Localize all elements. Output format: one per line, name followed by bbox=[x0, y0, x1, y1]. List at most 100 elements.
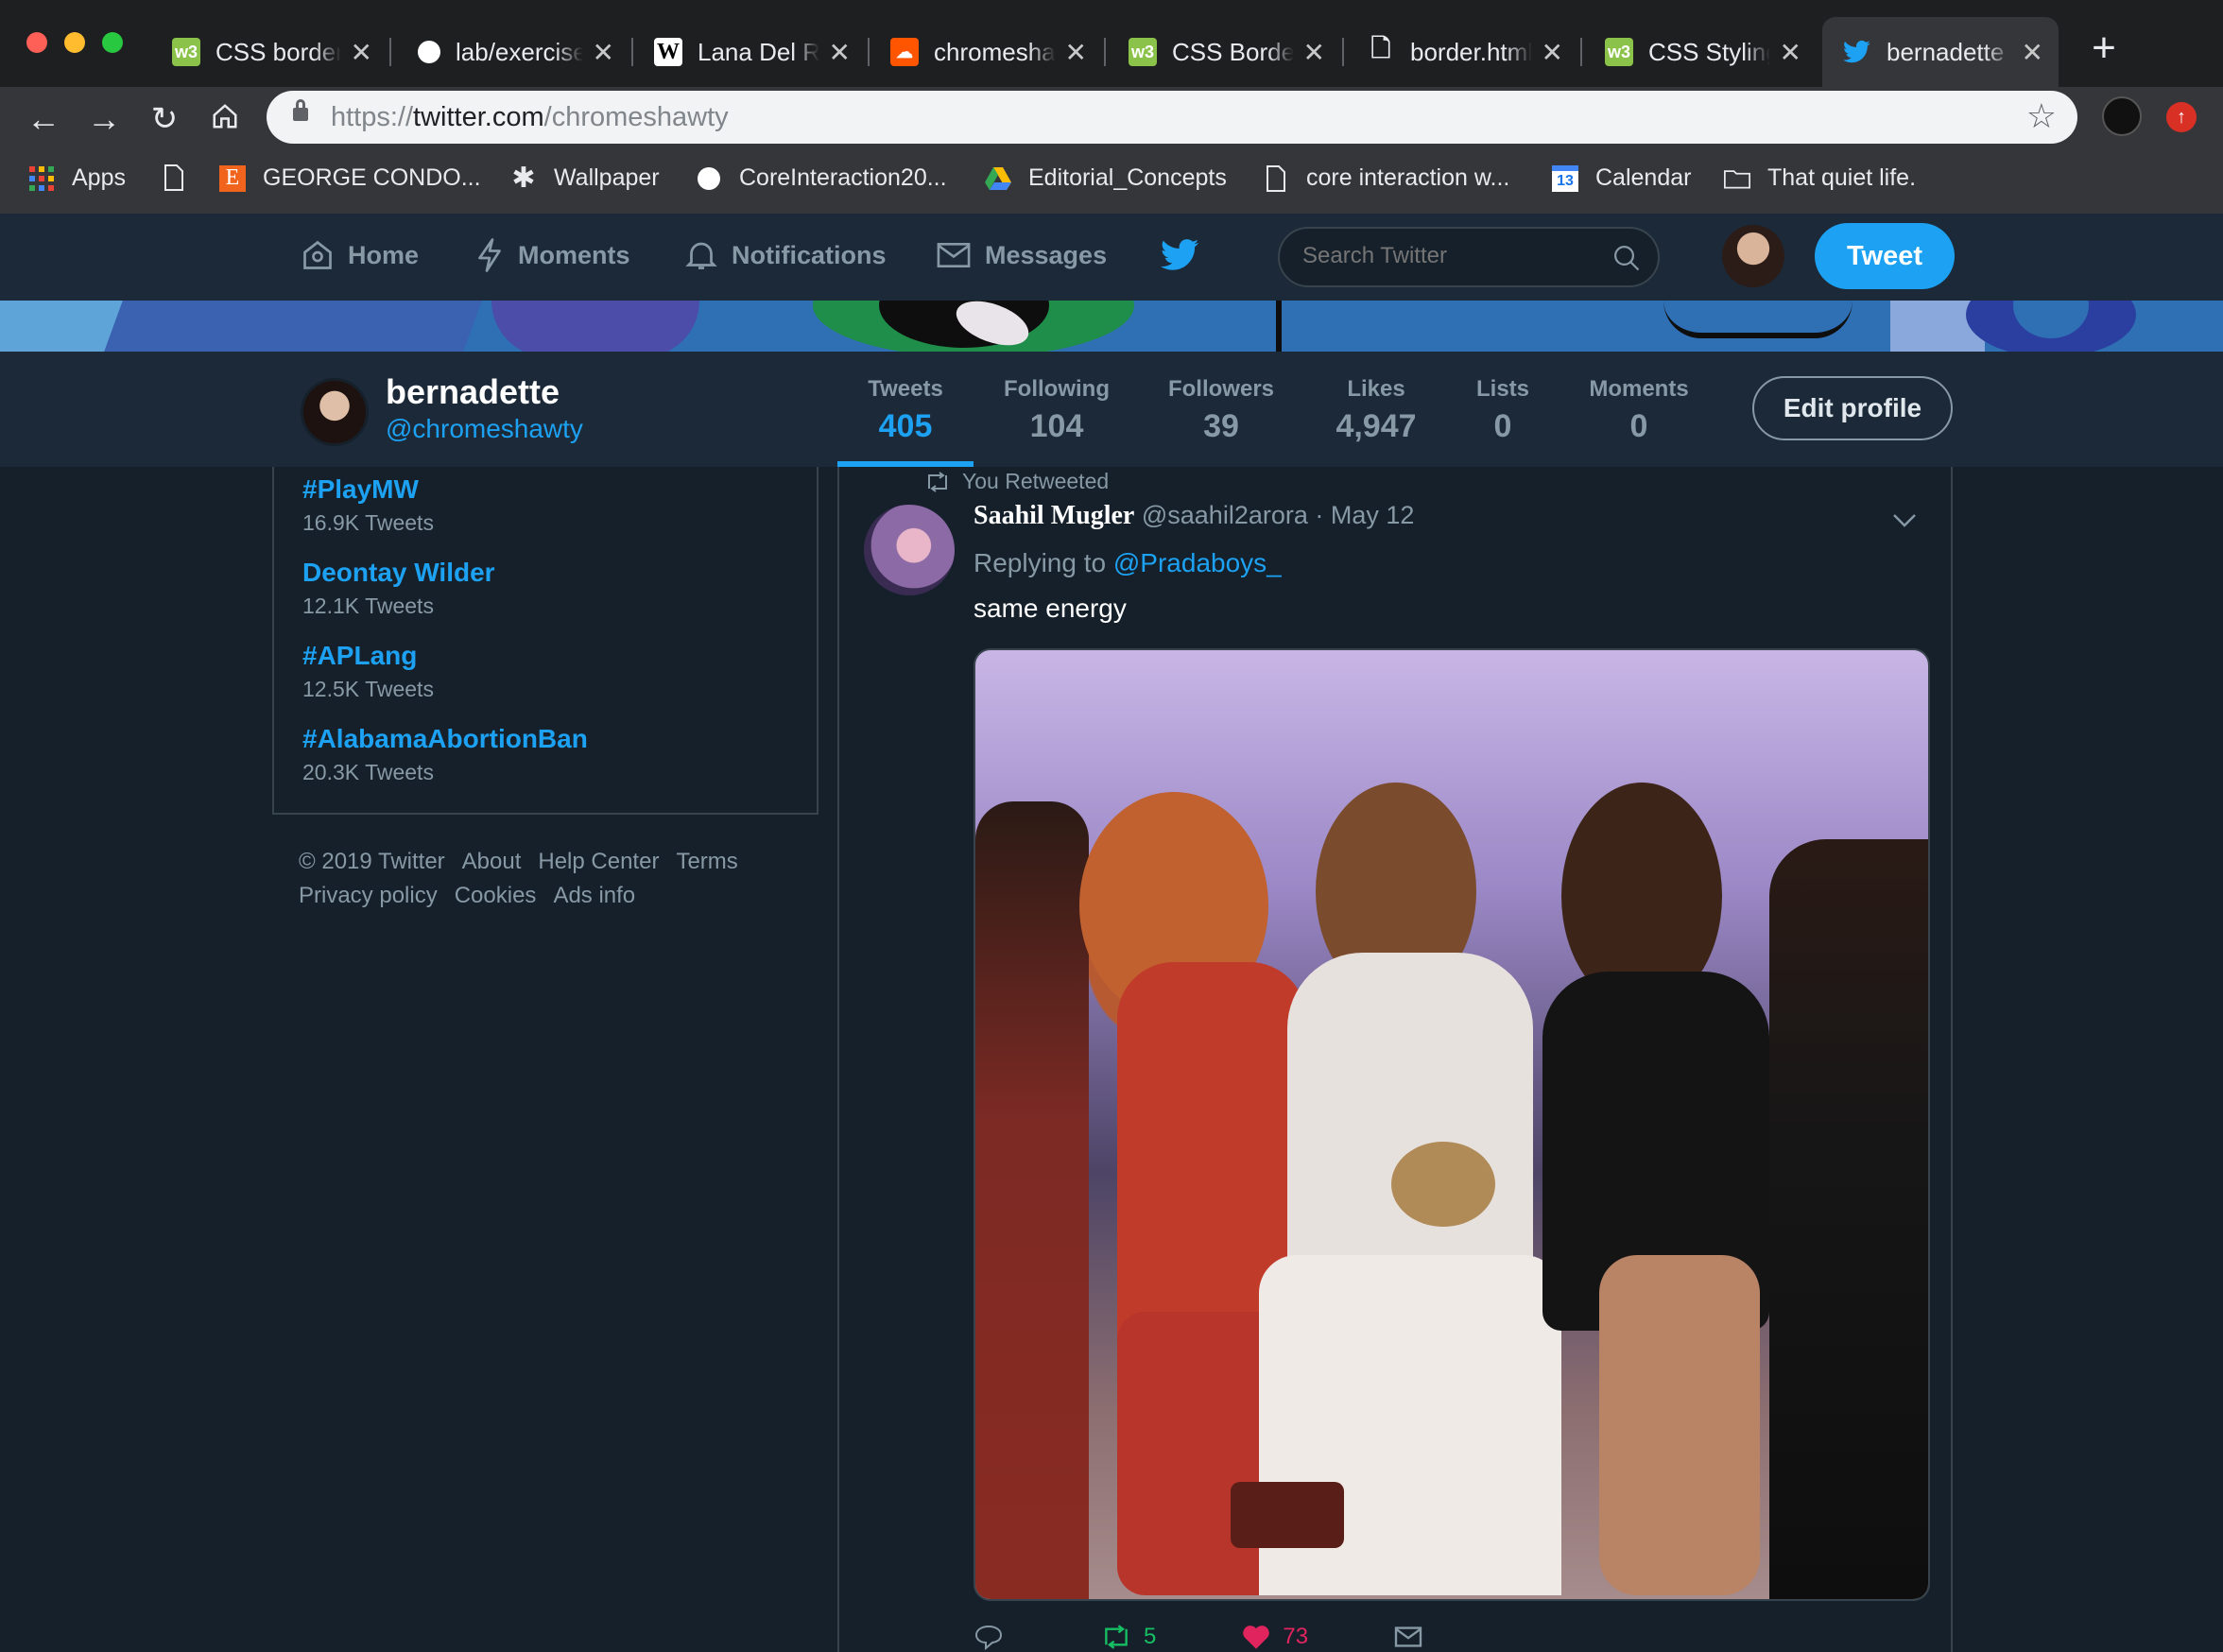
browser-tab[interactable]: W Lana Del Rey ✕ bbox=[633, 17, 866, 87]
trend-item[interactable]: #APLang 12.5K Tweets bbox=[302, 641, 434, 702]
bookmark-calendar[interactable]: 13 Calendar bbox=[1552, 164, 1691, 192]
bookmark-file[interactable] bbox=[161, 164, 204, 191]
stat-value: 104 bbox=[1029, 408, 1084, 444]
edit-profile-button[interactable]: Edit profile bbox=[1752, 376, 1953, 440]
nav-messages-label: Messages bbox=[985, 240, 1108, 269]
lock-icon bbox=[293, 99, 308, 121]
close-tab-icon[interactable]: ✕ bbox=[1542, 37, 1563, 68]
url-text[interactable]: https://twitter.com/chromeshawty bbox=[331, 102, 729, 133]
profile-name[interactable]: bernadette bbox=[386, 372, 560, 412]
stat-label: Lists bbox=[1475, 376, 1529, 402]
reply-button[interactable] bbox=[974, 1624, 1015, 1650]
nav-notifications[interactable]: Notifications bbox=[684, 238, 887, 272]
trend-item[interactable]: Deontay Wilder 12.1K Tweets bbox=[302, 558, 495, 619]
browser-tab[interactable]: lab/exercise ✕ bbox=[397, 17, 629, 87]
retweet-button[interactable]: 5 bbox=[1100, 1624, 1156, 1650]
tweet-author-name[interactable]: Saahil Mugler bbox=[974, 501, 1134, 530]
close-tab-icon[interactable]: ✕ bbox=[1780, 37, 1801, 68]
replying-to-prefix: Replying to bbox=[974, 548, 1107, 577]
update-icon[interactable]: ↑ bbox=[2166, 102, 2197, 132]
replying-to-link[interactable]: @Pradaboys_ bbox=[1113, 548, 1282, 577]
profile-avatar[interactable] bbox=[301, 378, 369, 446]
nav-messages[interactable]: Messages bbox=[936, 238, 1107, 272]
direct-message-button[interactable] bbox=[1393, 1625, 1435, 1649]
home-icon bbox=[303, 240, 332, 269]
footer-ads-info-link[interactable]: Ads info bbox=[553, 883, 635, 908]
browser-tab[interactable]: w3 CSS Border ✕ bbox=[1108, 17, 1340, 87]
footer-copyright: © 2019 Twitter bbox=[299, 849, 445, 874]
retweet-icon bbox=[928, 471, 947, 492]
home-icon[interactable] bbox=[204, 98, 246, 140]
address-bar[interactable]: https://twitter.com/chromeshawty ☆ bbox=[267, 91, 2077, 144]
circle-icon bbox=[418, 41, 440, 63]
trend-count: 16.9K Tweets bbox=[302, 510, 434, 535]
bookmark-wallpaper[interactable]: ✱ Wallpaper bbox=[510, 163, 659, 194]
search-icon[interactable] bbox=[1612, 244, 1641, 272]
trend-item[interactable]: #PlayMW 16.9K Tweets bbox=[302, 474, 434, 536]
w3-icon: w3 bbox=[1605, 38, 1633, 66]
trend-item[interactable]: #AlabamaAbortionBan 20.3K Tweets bbox=[302, 724, 588, 785]
tweet-date[interactable]: May 12 bbox=[1331, 501, 1415, 529]
bookmark-coreinteraction[interactable]: CoreInteraction20... bbox=[696, 164, 947, 192]
envelope-icon bbox=[937, 242, 971, 268]
profile-stat-followers[interactable]: Followers 39 bbox=[1146, 376, 1297, 445]
profile-stat-tweets[interactable]: Tweets 405 bbox=[830, 376, 981, 445]
close-tab-icon[interactable]: ✕ bbox=[2022, 37, 2043, 68]
bookmark-that-quiet-life[interactable]: That quiet life. bbox=[1724, 164, 1916, 192]
search-input[interactable] bbox=[1301, 242, 1612, 270]
bookmark-label: Apps bbox=[72, 164, 126, 191]
footer-privacy-link[interactable]: Privacy policy bbox=[299, 883, 438, 908]
footer-help-center-link[interactable]: Help Center bbox=[538, 849, 659, 874]
close-tab-icon[interactable]: ✕ bbox=[351, 37, 372, 68]
zoom-window-button[interactable] bbox=[102, 32, 123, 53]
nav-home[interactable]: Home bbox=[301, 238, 419, 272]
profile-stat-moments[interactable]: Moments 0 bbox=[1563, 376, 1715, 445]
browser-tab[interactable]: ☁ chromeshawty ✕ bbox=[870, 17, 1102, 87]
bookmark-editorial-concepts[interactable]: Editorial_Concepts bbox=[985, 164, 1227, 192]
browser-tab[interactable]: w3 CSS border ✕ bbox=[151, 17, 388, 87]
bookmark-george-condo[interactable]: E GEORGE CONDO... bbox=[219, 164, 481, 192]
bookmark-star-icon[interactable]: ☆ bbox=[2026, 96, 2057, 136]
close-tab-icon[interactable]: ✕ bbox=[593, 37, 614, 68]
bookmark-apps[interactable]: Apps bbox=[28, 164, 126, 192]
tweet-photo[interactable] bbox=[974, 648, 1930, 1601]
tab-separator bbox=[1104, 38, 1106, 66]
like-button[interactable]: 73 bbox=[1241, 1624, 1308, 1650]
twitter-bird-icon[interactable] bbox=[1161, 236, 1200, 279]
profile-stat-lists[interactable]: Lists 0 bbox=[1427, 376, 1578, 445]
compose-tweet-button[interactable]: Tweet bbox=[1815, 223, 1955, 289]
forward-arrow-icon[interactable]: → bbox=[83, 98, 125, 140]
footer-about-link[interactable]: About bbox=[462, 849, 522, 874]
browser-tab[interactable]: w3 CSS Styling ✕ bbox=[1584, 17, 1817, 87]
w3-icon: w3 bbox=[1129, 38, 1157, 66]
chevron-down-icon[interactable] bbox=[1892, 505, 1917, 537]
circle-icon bbox=[696, 165, 722, 192]
nav-avatar[interactable] bbox=[1722, 225, 1784, 287]
footer-terms-link[interactable]: Terms bbox=[676, 849, 737, 874]
tweet-author-handle[interactable]: @saahil2arora bbox=[1142, 501, 1308, 529]
bookmark-core-interaction[interactable]: core interaction w... bbox=[1263, 164, 1509, 192]
new-tab-button[interactable]: + bbox=[2079, 25, 2128, 74]
timeline: You Retweeted Saahil Mugler @saahil2aror… bbox=[837, 467, 1953, 1652]
tweet-author-avatar[interactable] bbox=[864, 505, 955, 595]
profile-handle[interactable]: @chromeshawty bbox=[386, 414, 583, 444]
stat-value: 39 bbox=[1203, 408, 1239, 444]
close-tab-icon[interactable]: ✕ bbox=[1303, 37, 1325, 68]
browser-tab[interactable]: bernadette ✕ bbox=[1822, 17, 2059, 87]
trend-name: Deontay Wilder bbox=[302, 558, 495, 587]
tab-title: border.html bbox=[1410, 37, 1532, 66]
close-tab-icon[interactable]: ✕ bbox=[829, 37, 851, 68]
close-tab-icon[interactable]: ✕ bbox=[1065, 37, 1087, 68]
close-window-button[interactable] bbox=[26, 32, 47, 53]
back-arrow-icon[interactable]: ← bbox=[23, 98, 64, 140]
footer-cookies-link[interactable]: Cookies bbox=[455, 883, 537, 908]
minimize-window-button[interactable] bbox=[64, 32, 85, 53]
reload-icon[interactable]: ↻ bbox=[144, 98, 185, 140]
stat-value: 0 bbox=[1493, 408, 1512, 444]
search-box[interactable] bbox=[1278, 227, 1660, 287]
profile-stat-following[interactable]: Following 104 bbox=[981, 376, 1132, 445]
profile-avatar[interactable] bbox=[2102, 96, 2142, 136]
nav-moments[interactable]: Moments bbox=[474, 238, 630, 272]
bookmark-label: That quiet life. bbox=[1767, 164, 1917, 191]
browser-tab[interactable]: 🗋 border.html ✕ bbox=[1346, 17, 1578, 87]
